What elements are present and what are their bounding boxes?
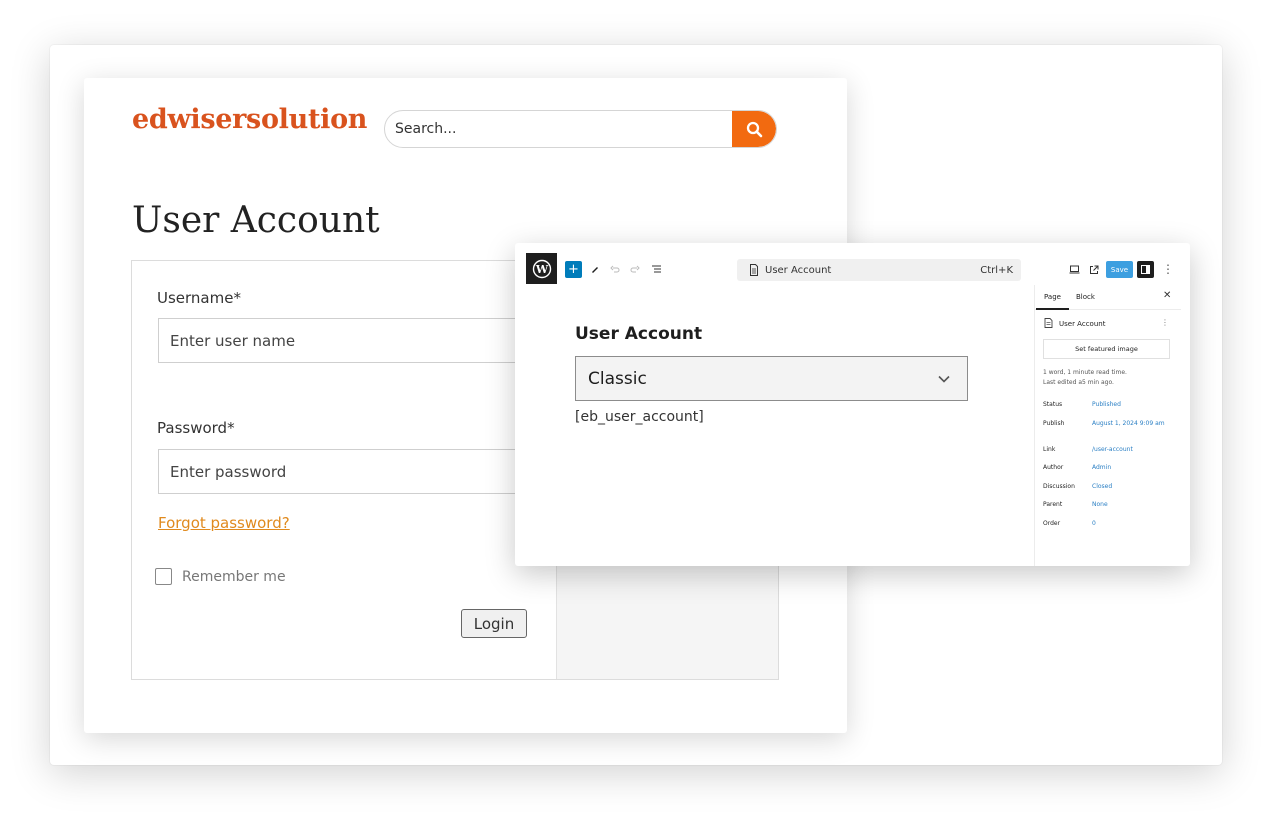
tools-button[interactable]: [588, 261, 602, 277]
username-label: Username*: [157, 289, 241, 307]
search-bar: [384, 110, 777, 148]
password-label: Password*: [157, 419, 235, 437]
author-value[interactable]: Admin: [1092, 464, 1111, 471]
parent-label: Parent: [1043, 501, 1063, 508]
status-label: Status: [1043, 401, 1063, 408]
sidebar-tabs: Page Block ✕: [1035, 285, 1181, 310]
view-page-button[interactable]: [1087, 261, 1101, 278]
close-sidebar-button[interactable]: ✕: [1163, 290, 1171, 301]
forgot-password-link[interactable]: Forgot password?: [158, 514, 290, 532]
page-options-button[interactable]: ⋮: [1161, 318, 1169, 327]
post-title[interactable]: User Account: [575, 324, 702, 344]
order-label: Order: [1043, 520, 1061, 527]
search-input[interactable]: [385, 111, 733, 147]
status-value[interactable]: Published: [1092, 401, 1121, 408]
wordpress-logo-button[interactable]: W: [526, 253, 557, 284]
order-value[interactable]: 0: [1092, 520, 1096, 527]
discussion-value[interactable]: Closed: [1092, 483, 1112, 490]
login-button[interactable]: Login: [461, 609, 527, 638]
command-shortcut: Ctrl+K: [980, 264, 1013, 276]
chevron-down-icon: [938, 375, 950, 383]
parent-value[interactable]: None: [1092, 501, 1108, 508]
document-icon: [750, 264, 758, 276]
shortcode-block[interactable]: [eb_user_account]: [575, 409, 704, 425]
last-edited: Last edited a5 min ago.: [1043, 379, 1114, 386]
tab-page[interactable]: Page: [1036, 293, 1069, 310]
wordpress-icon: W: [532, 259, 551, 278]
search-button[interactable]: [732, 111, 776, 147]
list-view-button[interactable]: [649, 261, 663, 277]
document-bar[interactable]: User Account Ctrl+K: [737, 259, 1021, 281]
publish-label: Publish: [1043, 420, 1065, 427]
options-menu-button[interactable]: ⋮: [1162, 261, 1174, 278]
username-field[interactable]: [158, 318, 558, 363]
undo-icon: [610, 265, 620, 273]
external-link-icon: [1090, 265, 1099, 274]
undo-button[interactable]: [608, 261, 622, 277]
settings-panel-icon: [1141, 265, 1150, 274]
document-title: User Account: [765, 264, 832, 276]
remember-me[interactable]: Remember me: [155, 568, 286, 585]
close-icon: ✕: [1163, 290, 1172, 301]
sidebar-page-title: User Account: [1059, 320, 1106, 328]
link-label: Link: [1043, 446, 1056, 453]
add-block-icon: +: [568, 262, 579, 277]
redo-button[interactable]: [628, 261, 642, 277]
settings-panel-toggle[interactable]: [1137, 261, 1154, 278]
page-icon: [1044, 318, 1053, 328]
add-block-button[interactable]: +: [565, 261, 582, 278]
search-icon: [746, 121, 762, 137]
svg-text:W: W: [534, 263, 548, 276]
wordpress-editor: W + User Account Ctrl+K Save ⋮ User Acco…: [515, 243, 1190, 566]
link-value[interactable]: /user-account: [1092, 446, 1133, 453]
tab-block[interactable]: Block: [1076, 293, 1095, 301]
desktop-preview-icon: [1069, 265, 1079, 274]
save-button[interactable]: Save: [1106, 261, 1133, 278]
redo-icon: [630, 265, 640, 273]
author-label: Author: [1043, 464, 1064, 471]
preview-button[interactable]: [1067, 261, 1081, 278]
kebab-icon: ⋮: [1162, 262, 1174, 276]
set-featured-image-button[interactable]: Set featured image: [1043, 339, 1170, 359]
publish-value[interactable]: August 1, 2024 9:09 am: [1092, 420, 1165, 427]
remember-me-checkbox[interactable]: [155, 568, 172, 585]
remember-me-label: Remember me: [182, 568, 286, 585]
template-select[interactable]: Classic: [575, 356, 968, 401]
password-field[interactable]: [158, 449, 558, 494]
word-count: 1 word, 1 minute read time.: [1043, 369, 1127, 376]
template-select-value: Classic: [588, 368, 647, 389]
page-title: User Account: [132, 200, 380, 241]
pen-icon: [592, 267, 598, 273]
list-view-icon: [651, 265, 661, 273]
site-logo[interactable]: edwisersolution: [132, 104, 367, 135]
settings-sidebar: Page Block ✕ User Account ⋮ Set featured…: [1034, 285, 1190, 566]
discussion-label: Discussion: [1043, 483, 1075, 490]
kebab-icon: ⋮: [1161, 318, 1169, 327]
